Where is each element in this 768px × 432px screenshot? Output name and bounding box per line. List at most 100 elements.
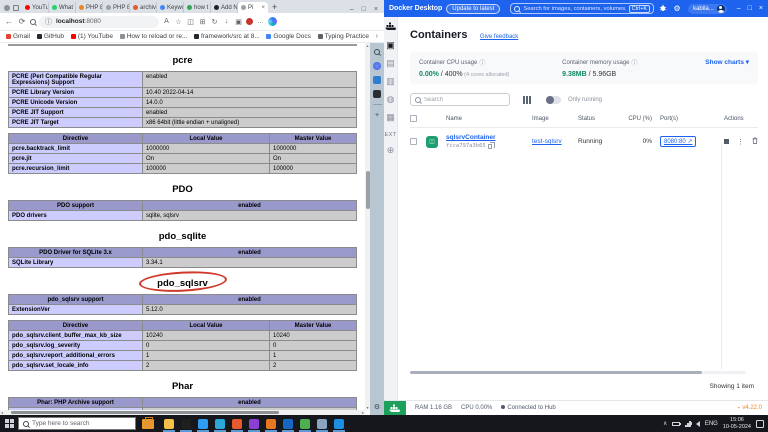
battery-icon[interactable] [672,422,680,426]
language-indicator[interactable]: ENG [705,421,718,427]
browser-tab[interactable]: how t [184,2,211,13]
nav-builds-icon[interactable]: ◍ [387,94,395,105]
col-name[interactable]: Name [446,116,532,122]
read-aloud-icon[interactable]: A [162,18,171,25]
bookmark-item[interactable]: Google Docs [266,33,310,40]
downloads-icon[interactable]: ↓ [222,18,231,25]
start-button[interactable] [0,419,18,428]
bookmark-item[interactable]: Gmail [6,33,30,40]
browser-tab[interactable]: Pi× [238,2,268,13]
sidebar-search-icon[interactable] [373,48,381,56]
purple-app-icon[interactable] [245,415,262,432]
image-link[interactable]: test-sqlsrv [532,138,562,145]
bookmark-item[interactable]: GitHub [37,33,64,40]
sidebar-app-icon-2[interactable] [373,76,381,84]
sidebar-app-icon-3[interactable] [373,90,381,98]
select-all-checkbox[interactable] [410,115,417,122]
maximize-button[interactable]: □ [362,6,366,13]
nav-images-icon[interactable]: ▤ [386,58,395,69]
screenshot-icon[interactable]: ▣ [234,18,243,26]
col-image[interactable]: Image [532,116,578,122]
horizontal-scrollbar-thumb[interactable] [11,411,279,414]
browser-tab[interactable]: Add N [211,2,238,13]
version-indicator[interactable]: ◔v4.22.0 [736,405,762,412]
back-icon[interactable]: ← [4,17,14,26]
settings-gear-icon[interactable]: ⚙ [672,4,682,13]
browser-tab[interactable]: PHP 8 [76,2,103,13]
copilot-icon[interactable] [268,17,277,26]
taskbar-search-box[interactable] [18,417,136,430]
minimize-button[interactable]: – [350,6,354,13]
bookmarks-overflow-icon[interactable]: › [376,33,378,40]
only-running-toggle[interactable] [546,96,561,104]
browser-tab[interactable]: archiv [130,2,157,13]
browser-tab[interactable]: PHP 8 [103,2,130,13]
taskbar-search-input[interactable] [32,420,131,427]
browser-tab[interactable]: YouTu [22,2,49,13]
maximize-button[interactable]: □ [748,5,752,12]
docker-whale-icon[interactable] [330,415,347,432]
address-bar[interactable]: ⓘ localhost:8080 [39,16,159,28]
bookmark-item[interactable]: framework/src at 8... [194,33,259,40]
delete-container-icon[interactable] [752,137,758,146]
col-status[interactable]: Status [578,116,624,122]
close-button[interactable]: × [374,6,378,13]
vertical-scrollbar-thumb[interactable] [366,171,370,209]
more-options-icon[interactable]: … [256,18,265,25]
site-info-icon[interactable]: ⓘ [44,17,53,27]
workspaces-icon[interactable] [4,5,10,11]
action-center-icon[interactable] [756,420,764,428]
col-cpu[interactable]: CPU (%) [624,116,660,122]
tab-close-icon[interactable]: × [261,5,265,11]
hidden-icons-chevron[interactable]: ∧ [663,420,667,427]
edge-icon[interactable] [211,415,228,432]
row-checkbox[interactable] [410,138,417,145]
column-settings-icon[interactable] [523,96,531,104]
user-account-button[interactable]: kabila... [688,4,727,14]
engine-running-icon[interactable] [384,401,406,415]
history-icon[interactable]: ↻ [210,18,219,26]
file-explorer-icon[interactable] [160,415,177,432]
info-icon[interactable]: ⓘ [479,58,485,67]
add-extension-icon[interactable]: ⊕ [387,145,395,156]
more-actions-icon[interactable]: ⋮ [737,138,744,146]
split-screen-icon[interactable]: ◫ [186,18,195,26]
terminal-icon[interactable] [177,415,194,432]
notes-app-icon[interactable] [313,415,330,432]
volume-icon[interactable] [696,421,700,427]
briefcase-app-icon[interactable] [142,419,154,429]
green-app-icon[interactable] [296,415,313,432]
scrollbar-thumb[interactable] [410,371,702,374]
search-icon[interactable] [30,19,36,25]
tab-actions-icon[interactable] [13,5,19,11]
container-search-field[interactable] [410,93,510,106]
copy-icon[interactable] [488,144,492,149]
nav-volumes-icon[interactable]: ▥ [386,76,395,87]
bookmark-item[interactable]: (1) YouTube [71,33,113,40]
sidebar-settings-icon[interactable]: ⚙ [373,403,381,411]
stop-container-icon[interactable] [724,139,729,144]
red-app-icon[interactable] [228,415,245,432]
browser-tab[interactable]: What [49,2,76,13]
vscode-icon[interactable] [194,415,211,432]
nav-dev-environments-icon[interactable]: ▦ [386,112,395,123]
new-tab-button[interactable]: + [268,2,281,13]
orange-app-icon[interactable] [262,415,279,432]
update-to-latest-button[interactable]: Update to latest [446,4,500,14]
bookmark-item[interactable]: How to reload or re... [120,33,187,40]
show-charts-button[interactable]: Show charts ▾ [705,58,749,78]
container-name-link[interactable]: sqlsrvContainer [446,134,496,141]
bookmark-item[interactable]: Typing Practice [318,33,369,40]
favorite-star-icon[interactable]: ☆ [174,18,183,26]
give-feedback-link[interactable]: Give feedback [480,34,518,40]
sidebar-app-icon-1[interactable] [373,62,381,70]
container-search-input[interactable] [424,97,505,103]
docker-global-search[interactable]: Ctrl+K [510,3,654,14]
collections-icon[interactable]: ⊞ [198,18,207,26]
sidebar-add-icon[interactable]: + [373,111,381,119]
minimize-button[interactable]: – [737,5,741,12]
outlook-icon[interactable] [279,415,296,432]
refresh-icon[interactable]: ⟳ [17,17,27,26]
port-link[interactable]: 8080:80 ↗ [660,136,696,147]
docker-search-input[interactable] [523,6,625,12]
